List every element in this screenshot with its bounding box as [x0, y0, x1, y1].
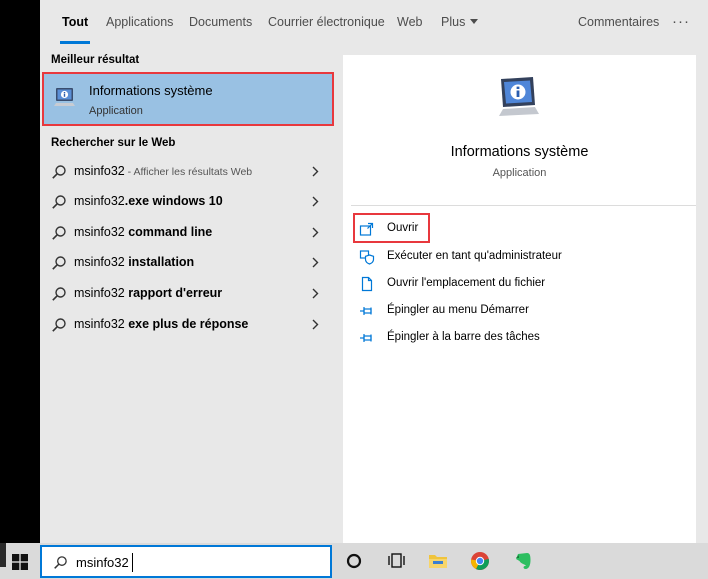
web-suggestion-text: msinfo32 installation — [74, 255, 194, 269]
search-icon — [52, 195, 66, 209]
chrome-icon[interactable] — [469, 550, 491, 572]
web-suggestion-text: msinfo32 rapport d'erreur — [74, 286, 222, 300]
taskbar-overflow — [0, 543, 6, 567]
web-suggestion-item[interactable]: msinfo32 - Afficher les résultats Web — [40, 156, 340, 187]
open-file-location-label: Ouvrir l'emplacement du fichier — [387, 277, 546, 289]
query-completion: installation — [128, 255, 195, 269]
cortana-icon[interactable] — [343, 550, 365, 572]
open-button[interactable]: Ouvrir — [359, 218, 439, 240]
tab-email[interactable]: Courrier électronique — [268, 0, 385, 44]
web-suggestion-item[interactable]: msinfo32 installation — [40, 247, 340, 278]
chevron-right-icon[interactable] — [310, 318, 320, 331]
query-completion: .exe windows 10 — [124, 194, 223, 208]
tab-more-label: Plus — [441, 15, 466, 29]
query-text: msinfo32 — [74, 164, 125, 178]
pin-icon — [360, 307, 372, 315]
web-suggestion-text: msinfo32.exe windows 10 — [74, 194, 223, 208]
pin-to-start-label: Épingler au menu Démarrer — [387, 304, 529, 316]
search-icon — [52, 256, 66, 270]
open-icon — [359, 222, 374, 236]
query-suffix: - Afficher les résultats Web — [124, 166, 253, 178]
system-information-icon — [54, 88, 75, 106]
chevron-right-icon[interactable] — [310, 165, 320, 178]
query-text: msinfo32 — [74, 194, 125, 208]
search-icon — [52, 287, 66, 301]
web-suggestion-item[interactable]: msinfo32 rapport d'erreur — [40, 278, 340, 309]
chevron-right-icon[interactable] — [310, 195, 320, 208]
query-completion: exe plus de réponse — [128, 317, 249, 331]
chevron-right-icon[interactable] — [310, 226, 320, 239]
chevron-right-icon[interactable] — [310, 287, 320, 300]
file-location-icon — [361, 276, 373, 292]
pin-to-taskbar-button[interactable]: Épingler à la barre des tâches — [359, 327, 559, 349]
web-suggestion-item[interactable]: msinfo32.exe windows 10 — [40, 186, 340, 217]
best-match-subtitle: Application — [89, 105, 143, 117]
run-as-admin-label: Exécuter en tant qu'administrateur — [387, 250, 562, 262]
more-options-icon[interactable]: ··· — [672, 0, 690, 44]
tab-applications[interactable]: Applications — [106, 0, 173, 44]
web-suggestion-text: msinfo32 - Afficher les résultats Web — [74, 164, 252, 178]
task-view-icon[interactable] — [385, 550, 407, 572]
web-suggestion-text: msinfo32 command line — [74, 225, 212, 239]
detail-pane: Informations système Application Ouvrir … — [343, 55, 696, 543]
best-match-title: Informations système — [89, 83, 213, 98]
web-suggestion-text: msinfo32 exe plus de réponse — [74, 317, 248, 331]
windows-start-icon[interactable] — [12, 554, 28, 570]
search-icon — [52, 318, 66, 332]
pin-to-taskbar-label: Épingler à la barre des tâches — [387, 331, 540, 343]
query-text: msinfo32 — [74, 317, 129, 331]
taskbar: msinfo32 — [0, 543, 708, 579]
search-query-text: msinfo32 — [76, 555, 129, 570]
open-label: Ouvrir — [387, 222, 419, 234]
evernote-icon[interactable] — [512, 550, 534, 572]
tab-all[interactable]: Tout — [59, 0, 91, 44]
search-tabs: Tout Applications Documents Courrier éle… — [40, 0, 708, 44]
chevron-down-icon — [470, 19, 479, 24]
divider — [351, 205, 696, 206]
web-suggestion-item[interactable]: msinfo32 command line — [40, 217, 340, 248]
best-match-result[interactable]: Informations système Application — [42, 72, 334, 126]
search-icon — [52, 226, 66, 240]
tab-documents[interactable]: Documents — [189, 0, 252, 44]
desktop-background — [0, 0, 40, 543]
query-text: msinfo32 — [74, 286, 129, 300]
web-suggestion-item[interactable]: msinfo32 exe plus de réponse — [40, 309, 340, 340]
tab-web[interactable]: Web — [397, 0, 422, 44]
file-explorer-icon[interactable] — [427, 550, 449, 572]
chevron-right-icon[interactable] — [310, 256, 320, 269]
query-completion: command line — [128, 225, 213, 239]
query-completion: rapport d'erreur — [128, 286, 223, 300]
detail-title: Informations système — [450, 144, 589, 160]
pin-icon — [360, 334, 372, 342]
search-panel: Tout Applications Documents Courrier éle… — [40, 0, 708, 543]
text-cursor — [132, 553, 133, 572]
search-icon — [52, 165, 66, 179]
results-column: Meilleur résultat Informations système A… — [40, 44, 340, 543]
feedback-link[interactable]: Commentaires — [578, 0, 659, 44]
run-as-admin-button[interactable]: Exécuter en tant qu'administrateur — [359, 246, 579, 268]
search-icon — [54, 556, 67, 569]
pin-to-start-button[interactable]: Épingler au menu Démarrer — [359, 300, 559, 322]
admin-shield-icon — [359, 250, 375, 265]
detail-subtitle: Application — [492, 167, 547, 179]
web-search-heading: Rechercher sur le Web — [51, 137, 176, 149]
open-file-location-button[interactable]: Ouvrir l'emplacement du fichier — [359, 273, 579, 295]
tab-more[interactable]: Plus — [441, 0, 479, 44]
taskbar-search-input[interactable]: msinfo32 — [40, 545, 332, 578]
query-text: msinfo32 — [74, 255, 129, 269]
best-match-heading: Meilleur résultat — [51, 54, 140, 66]
system-information-icon — [499, 77, 539, 116]
query-text: msinfo32 — [74, 225, 129, 239]
